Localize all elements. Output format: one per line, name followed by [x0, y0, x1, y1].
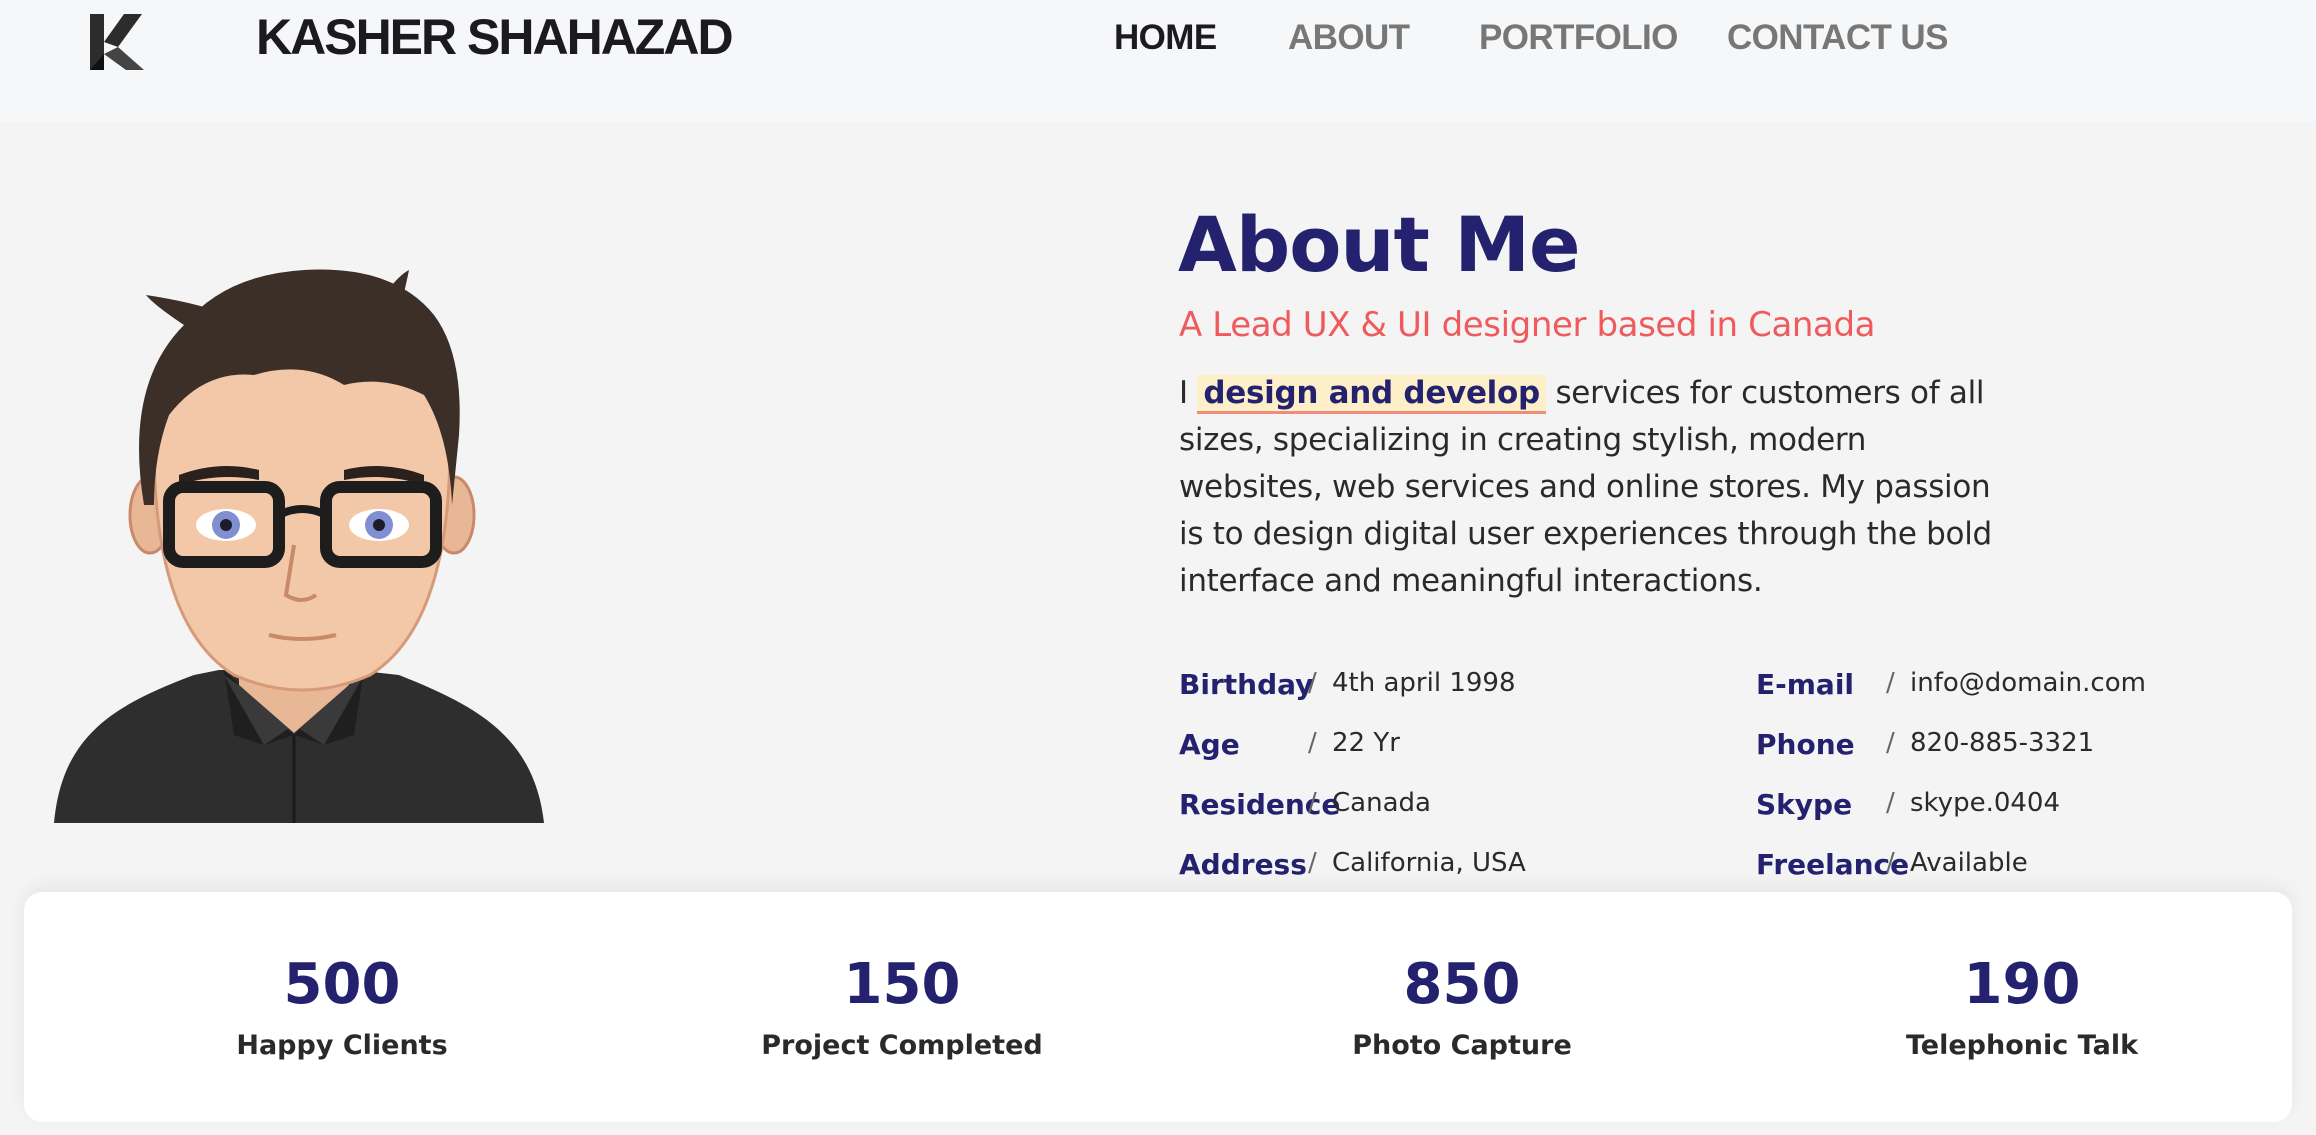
desc-prefix: I	[1179, 375, 1198, 411]
info-value-residence: Canada	[1332, 788, 1431, 818]
info-sep: /	[1308, 788, 1317, 818]
stats-panel: 500 Happy Clients 150 Project Completed …	[24, 892, 2292, 1122]
info-sep: /	[1886, 848, 1895, 878]
stat-label: Project Completed	[761, 1030, 1043, 1061]
info-sep: /	[1886, 668, 1895, 698]
avatar-illustration	[54, 269, 544, 823]
site-header: KASHER SHAHAZAD HOME ABOUT PORTFOLIO CON…	[0, 0, 2316, 122]
info-sep: /	[1308, 848, 1317, 878]
info-label-birthday: Birthday	[1179, 668, 1314, 701]
info-sep: /	[1308, 668, 1317, 698]
desc-highlight: design and develop	[1197, 375, 1546, 414]
nav-home[interactable]: HOME	[1114, 18, 1217, 58]
info-label-skype: Skype	[1756, 788, 1853, 821]
about-title: About Me	[1178, 200, 1581, 289]
stat-value: 500	[283, 952, 401, 1017]
info-label-age: Age	[1179, 728, 1240, 761]
nav-about[interactable]: ABOUT	[1288, 18, 1410, 58]
stat-label: Photo Capture	[1352, 1030, 1572, 1061]
stat-value: 190	[1963, 952, 2081, 1017]
info-value-skype[interactable]: skype.0404	[1910, 788, 2060, 818]
k-logo-icon[interactable]	[90, 14, 144, 70]
info-value-birthday: 4th april 1998	[1332, 668, 1516, 698]
stat-value: 850	[1403, 952, 1521, 1017]
info-sep: /	[1308, 728, 1317, 758]
brand-name[interactable]: KASHER SHAHAZAD	[256, 8, 734, 66]
info-sep: /	[1886, 788, 1895, 818]
stat-value: 150	[843, 952, 961, 1017]
about-subtitle: A Lead UX & UI designer based in Canada	[1179, 305, 1876, 345]
info-value-phone[interactable]: 820-885-3321	[1910, 728, 2094, 758]
info-sep: /	[1886, 728, 1895, 758]
info-label-email: E-mail	[1756, 668, 1855, 701]
stat-label: Happy Clients	[236, 1030, 448, 1061]
info-value-email[interactable]: info@domain.com	[1910, 668, 2146, 698]
info-value-freelance: Available	[1910, 848, 2028, 878]
info-value-age: 22 Yr	[1332, 728, 1400, 758]
nav-contact-us[interactable]: CONTACT US	[1727, 18, 1948, 58]
nav-portfolio[interactable]: PORTFOLIO	[1479, 18, 1678, 58]
info-value-address: California, USA	[1332, 848, 1526, 878]
about-description: I design and develop services for custom…	[1179, 370, 1999, 605]
info-label-address: Address	[1179, 848, 1307, 881]
info-label-phone: Phone	[1756, 728, 1855, 761]
stat-label: Telephonic Talk	[1905, 1030, 2139, 1061]
